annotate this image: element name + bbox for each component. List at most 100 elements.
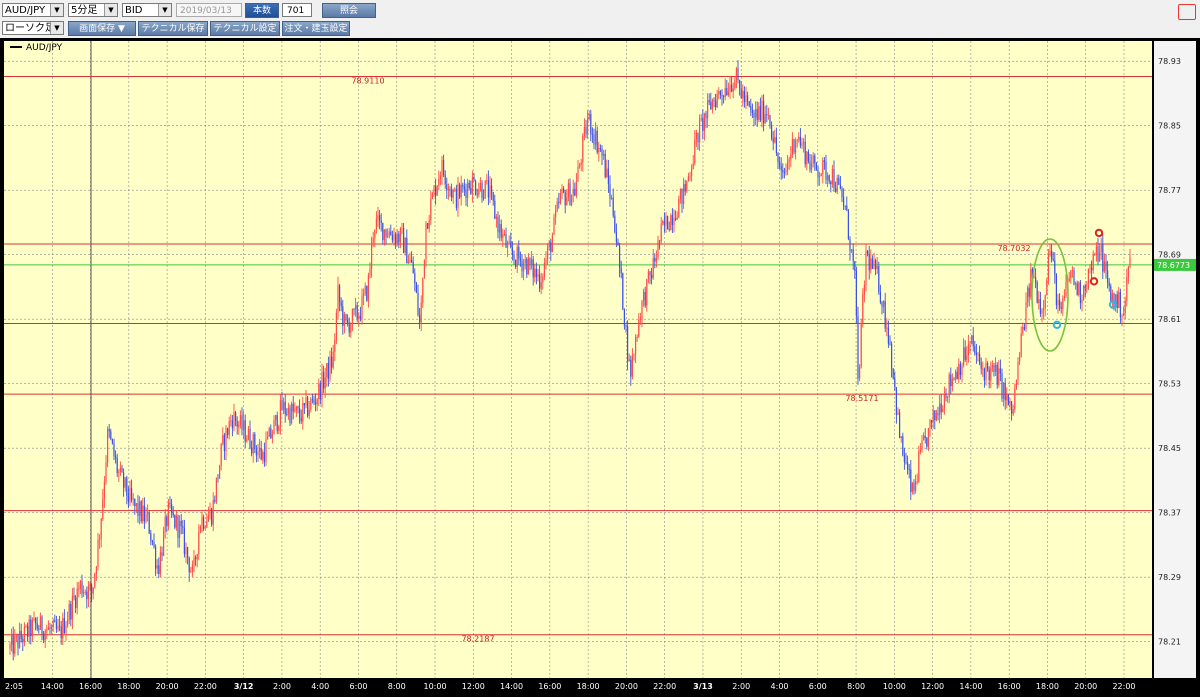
candle-body [198, 532, 200, 555]
price-type-select[interactable]: BID ▼ [122, 3, 172, 17]
candle-body [943, 393, 945, 409]
candle-body [764, 114, 766, 124]
candle-body [819, 176, 821, 178]
candle-body [65, 625, 67, 634]
bar-count-button[interactable]: 本数 [245, 3, 279, 18]
bar-count-stepper[interactable]: 701 [282, 3, 312, 17]
y-tick-label: 78.29 [1158, 573, 1181, 582]
candle-body [204, 527, 206, 529]
candle-body [471, 176, 473, 194]
candle-body [767, 115, 769, 116]
x-tick-label: 12:00 [462, 682, 485, 691]
candle-body [303, 403, 305, 406]
candle-body [358, 315, 360, 319]
candle-body [545, 259, 547, 264]
candle-body [1092, 254, 1094, 271]
candle-body [1046, 280, 1048, 296]
candle-body [783, 171, 785, 173]
currency-pair-select[interactable]: AUD/JPY ▼ [2, 3, 64, 17]
candle-body [207, 515, 209, 522]
candlestick-chart[interactable]: 78.9110 78.7032 78.5171 78.2187 78.93 78.85 7… [0, 38, 1200, 697]
candle-body [905, 461, 907, 463]
candle-body [494, 200, 496, 219]
chart-type-select[interactable]: ローソク足 ▼ [2, 21, 64, 35]
candle-body [847, 210, 849, 239]
x-tick-label: 4:00 [311, 682, 329, 691]
candle-body [142, 505, 144, 522]
candle-body [907, 462, 909, 470]
technical-settings-button[interactable]: テクニカル設定 [210, 21, 280, 36]
x-tick-label: 16:00 [538, 682, 561, 691]
candle-body [1023, 326, 1025, 330]
comment-icon[interactable] [1178, 4, 1196, 20]
candle-body [603, 153, 605, 156]
candle-body [1110, 286, 1112, 302]
candle-body [179, 520, 181, 539]
candle-body [900, 436, 902, 438]
candle-body [350, 324, 352, 333]
candle-body [75, 597, 77, 608]
candle-body [263, 451, 265, 462]
candle-body [203, 517, 205, 529]
candle-body [955, 371, 957, 380]
candle-body [556, 201, 558, 212]
candle-body [244, 420, 246, 442]
candle-body [1103, 261, 1105, 272]
candle-body [107, 429, 109, 463]
candle-body [671, 215, 673, 225]
candle-body [915, 481, 917, 491]
candle-body [953, 378, 955, 380]
candle-body [500, 224, 502, 238]
candle-body [132, 498, 134, 500]
candle-body [511, 247, 513, 255]
candle-body [691, 169, 693, 176]
candle-body [1051, 250, 1053, 259]
candle-body [404, 237, 406, 253]
candle-body [790, 154, 792, 160]
candle-body [260, 448, 262, 460]
candle-body [1081, 299, 1083, 304]
candle-body [775, 137, 777, 153]
candle-body [375, 218, 377, 230]
candle-body [462, 184, 464, 187]
date-field[interactable]: 2019/03/13 [176, 3, 242, 17]
candle-body [731, 84, 733, 92]
chart-area[interactable]: 78.9110 78.7032 78.5171 78.2187 78.93 78.85 7… [0, 38, 1200, 697]
candle-body [193, 557, 195, 565]
interval-select[interactable]: 5分足 ▼ [68, 3, 118, 17]
candle-body [1070, 270, 1072, 278]
candle-body [607, 168, 609, 185]
save-screen-button[interactable]: 画面保存 ▼ [68, 21, 136, 36]
candle-body [411, 259, 413, 263]
save-technical-button[interactable]: テクニカル保存▼ [138, 21, 208, 49]
candle-body [519, 258, 521, 261]
candle-body [495, 216, 497, 219]
candle-body [529, 257, 531, 265]
candle-body [135, 503, 137, 507]
candle-body [873, 260, 875, 269]
candle-body [126, 477, 128, 496]
candle-body [540, 282, 542, 289]
candle-body [707, 100, 709, 119]
query-button[interactable]: 照会 [322, 3, 376, 18]
candle-body [743, 90, 745, 103]
candle-body [463, 186, 465, 190]
candle-body [187, 547, 189, 558]
candle-body [19, 630, 21, 648]
candle-body [190, 571, 192, 573]
candle-body [1019, 356, 1021, 362]
candle-body [1121, 316, 1123, 318]
candle-body [353, 309, 355, 310]
candle-body [1100, 243, 1102, 253]
candle-body [379, 215, 381, 221]
x-tick-label: 6:00 [349, 682, 367, 691]
candle-body [137, 503, 139, 516]
order-settings-button[interactable]: 注文・建玉設定 [282, 21, 350, 36]
candle-body [311, 399, 313, 401]
candle-body [831, 168, 833, 185]
candle-body [227, 428, 229, 435]
candle-body [1028, 287, 1030, 297]
candle-body [1044, 295, 1046, 309]
candle-body [401, 227, 403, 229]
candle-body [103, 481, 105, 499]
